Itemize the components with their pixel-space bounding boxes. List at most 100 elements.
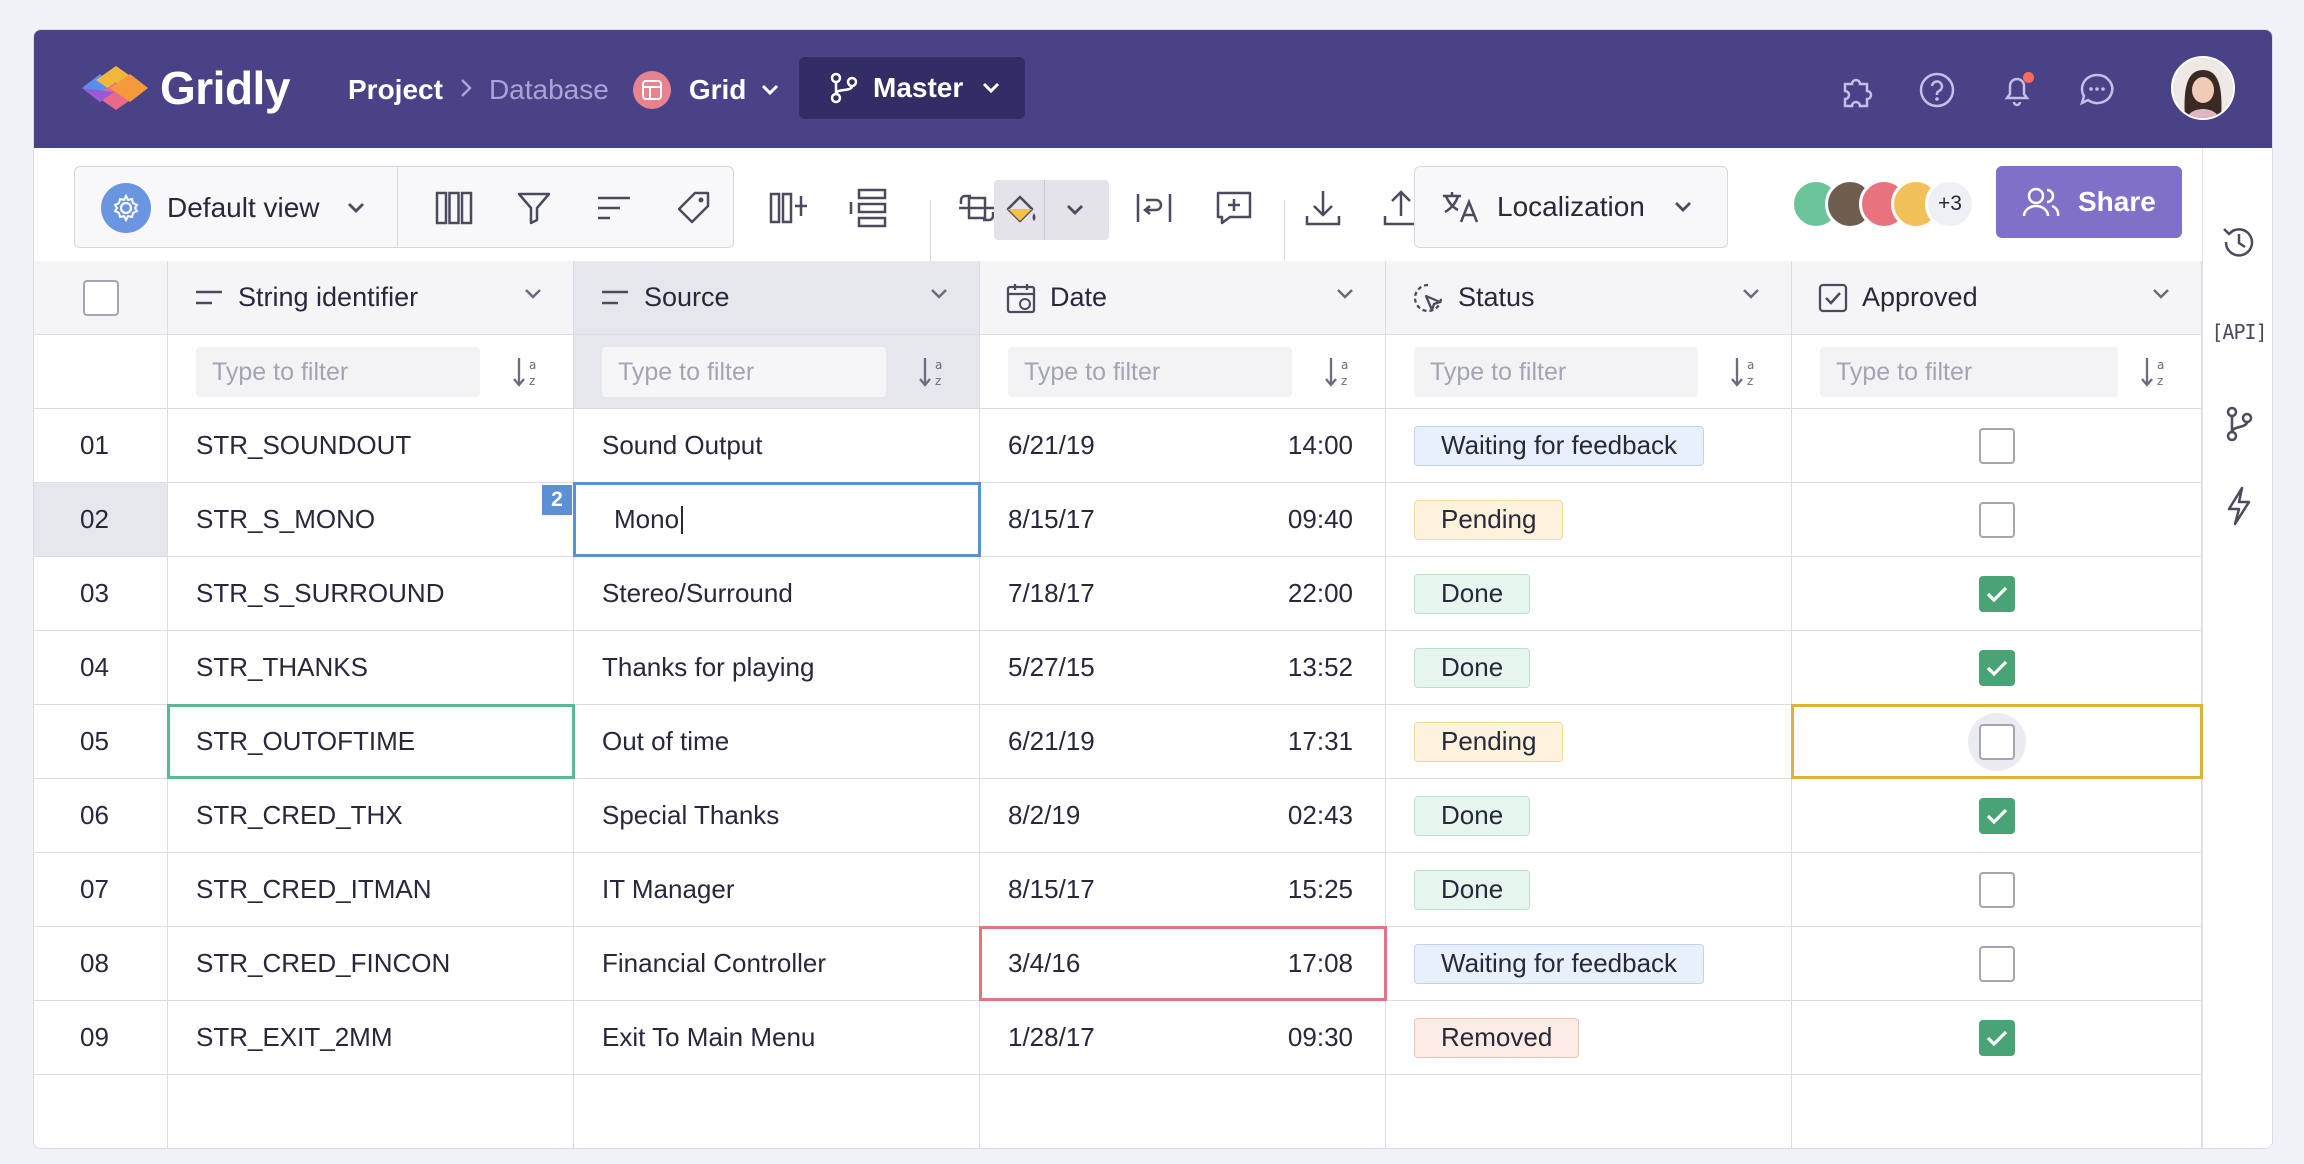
row-number[interactable]: 06	[34, 779, 168, 853]
view-selector[interactable]: Default view	[101, 183, 366, 233]
cell-status[interactable]: Done	[1386, 853, 1792, 927]
row-number[interactable]: 07	[34, 853, 168, 927]
chevron-down-icon[interactable]	[929, 287, 949, 301]
collaborator-avatars[interactable]: +3	[1791, 179, 1975, 231]
approved-checkbox[interactable]	[1978, 945, 2015, 982]
cell-source[interactable]: Special Thanks	[574, 779, 980, 853]
chevron-down-icon[interactable]	[1052, 187, 1098, 233]
cell-status[interactable]: Pending	[1386, 483, 1792, 557]
row-number[interactable]: 09	[34, 1001, 168, 1075]
tag-icon[interactable]	[671, 185, 717, 231]
cell-source[interactable]: Stereo/Surround	[574, 557, 980, 631]
sort-az-icon[interactable]: az	[511, 355, 545, 389]
cell-string-identifier[interactable]: STR_OUTOFTIME	[168, 705, 574, 779]
cell-date[interactable]: 8/15/17 09:40	[980, 483, 1386, 557]
approved-checkbox[interactable]	[1978, 797, 2015, 834]
cell-status[interactable]: Removed	[1386, 1001, 1792, 1075]
approved-checkbox[interactable]	[1978, 427, 2015, 464]
cell-source[interactable]: IT Manager	[574, 853, 980, 927]
cell-string-identifier[interactable]: STR_EXIT_2MM	[168, 1001, 574, 1075]
bell-icon[interactable]	[1997, 70, 2037, 110]
history-icon[interactable]	[2219, 222, 2259, 262]
approved-checkbox[interactable]	[1978, 723, 2015, 760]
add-row-icon[interactable]	[846, 185, 892, 231]
filter-input-string-identifier[interactable]	[196, 347, 480, 397]
download-icon[interactable]	[1300, 185, 1346, 231]
sort-az-icon[interactable]: az	[2139, 355, 2173, 389]
cell-source[interactable]: Sound Output	[574, 409, 980, 483]
column-header-string-identifier[interactable]: String identifier	[168, 261, 574, 335]
user-avatar[interactable]	[2171, 56, 2235, 120]
row-number[interactable]: 04	[34, 631, 168, 705]
add-column-icon[interactable]	[766, 185, 812, 231]
column-header-status[interactable]: Status	[1386, 261, 1792, 335]
columns-icon[interactable]	[431, 185, 477, 231]
cell-date[interactable]: 8/15/17 15:25	[980, 853, 1386, 927]
filter-input-approved[interactable]	[1820, 347, 2118, 397]
gridly-logo[interactable]: Gridly	[74, 60, 290, 116]
approved-checkbox[interactable]	[1978, 501, 2015, 538]
row-number[interactable]: 03	[34, 557, 168, 631]
cell-date[interactable]: 7/18/17 22:00	[980, 557, 1386, 631]
select-all-checkbox[interactable]	[82, 279, 119, 316]
chevron-down-icon[interactable]	[1335, 287, 1355, 301]
help-icon[interactable]	[1917, 70, 1957, 110]
add-comment-icon[interactable]	[1211, 185, 1257, 231]
paint-bucket-button[interactable]	[994, 180, 1109, 240]
approved-checkbox[interactable]	[1978, 649, 2015, 686]
branch-selector-button[interactable]: Master	[799, 57, 1025, 119]
cell-status[interactable]: Waiting for feedback	[1386, 409, 1792, 483]
cell-date[interactable]: 5/27/15 13:52	[980, 631, 1386, 705]
approved-checkbox[interactable]	[1978, 1019, 2015, 1056]
cell-source[interactable]: Mono	[574, 483, 980, 557]
api-icon[interactable]: [API]	[2211, 312, 2267, 352]
cell-source[interactable]: Thanks for playing	[574, 631, 980, 705]
chevron-down-icon[interactable]	[760, 83, 780, 97]
localization-button[interactable]: Localization	[1414, 166, 1728, 248]
cell-source[interactable]: Out of time	[574, 705, 980, 779]
breadcrumb-project[interactable]: Project	[348, 74, 443, 106]
cell-string-identifier[interactable]: STR_CRED_ITMAN	[168, 853, 574, 927]
chevron-down-icon[interactable]	[523, 287, 543, 301]
row-number[interactable]: 08	[34, 927, 168, 1001]
cell-status[interactable]: Done	[1386, 557, 1792, 631]
cell-source[interactable]: Financial Controller	[574, 927, 980, 1001]
sort-az-icon[interactable]: az	[1729, 355, 1763, 389]
cell-date[interactable]: 6/21/19 14:00	[980, 409, 1386, 483]
sort-az-icon[interactable]: az	[917, 355, 951, 389]
sort-icon[interactable]	[591, 185, 637, 231]
cell-string-identifier[interactable]: STR_SOUNDOUT	[168, 409, 574, 483]
cell-status[interactable]: Done	[1386, 631, 1792, 705]
filter-input-source[interactable]	[602, 347, 886, 397]
filter-input-date[interactable]	[1008, 347, 1292, 397]
sort-az-icon[interactable]: az	[1323, 355, 1357, 389]
breadcrumb-database[interactable]: Database	[489, 74, 609, 106]
breadcrumb-grid[interactable]: Grid	[689, 74, 747, 106]
cell-status[interactable]: Pending	[1386, 705, 1792, 779]
share-button[interactable]: Share	[1996, 166, 2182, 238]
lightning-icon[interactable]	[2219, 486, 2259, 526]
row-number[interactable]: 05	[34, 705, 168, 779]
puzzle-icon[interactable]	[1837, 70, 1877, 110]
wrap-text-icon[interactable]	[1131, 185, 1177, 231]
cell-string-identifier[interactable]: STR_S_MONO	[168, 483, 574, 557]
cell-date[interactable]: 8/2/19 02:43	[980, 779, 1386, 853]
cell-date[interactable]: 1/28/17 09:30	[980, 1001, 1386, 1075]
column-header-date[interactable]: Date	[980, 261, 1386, 335]
cell-date[interactable]: 3/4/16 17:08	[980, 927, 1386, 1001]
filter-input-status[interactable]	[1414, 347, 1698, 397]
filter-icon[interactable]	[511, 185, 557, 231]
cell-string-identifier[interactable]: STR_CRED_FINCON	[168, 927, 574, 1001]
chat-icon[interactable]	[2077, 70, 2117, 110]
chevron-down-icon[interactable]	[1741, 287, 1761, 301]
cell-source[interactable]: Exit To Main Menu	[574, 1001, 980, 1075]
cell-string-identifier[interactable]: STR_S_SURROUND	[168, 557, 574, 631]
approved-checkbox[interactable]	[1978, 575, 2015, 612]
cell-string-identifier[interactable]: STR_CRED_THX	[168, 779, 574, 853]
cell-string-identifier[interactable]: STR_THANKS	[168, 631, 574, 705]
column-header-approved[interactable]: Approved	[1792, 261, 2202, 335]
branch-icon[interactable]	[2219, 404, 2259, 444]
cell-status[interactable]: Waiting for feedback	[1386, 927, 1792, 1001]
row-number[interactable]: 02	[34, 483, 168, 557]
chevron-down-icon[interactable]	[2151, 287, 2171, 301]
